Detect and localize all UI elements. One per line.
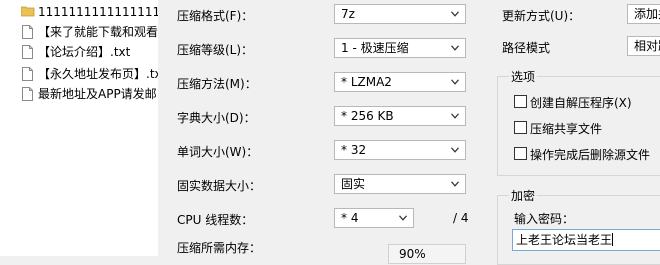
password-value: 上老王论坛当老王 [516, 233, 613, 247]
shared-files-checkbox[interactable] [514, 121, 527, 134]
delete-after-checkbox[interactable] [514, 147, 527, 160]
word-select[interactable]: * 32 [334, 140, 466, 160]
file-list: 11111111111111111 【来了就能下载和观看 【论坛介绍】.txt … [0, 0, 158, 256]
chevron-down-icon [451, 11, 459, 17]
chevron-down-icon [451, 113, 459, 119]
solid-label: 固实数据大小： [177, 179, 262, 193]
file-name: 11111111111111111 [38, 5, 158, 19]
panel-divider [158, 0, 162, 256]
cpu-total: / 4 [453, 211, 469, 225]
update-label: 更新方式(U)： [502, 9, 581, 23]
cpu-value: * 4 [341, 211, 359, 225]
file-name: 【来了就能下载和观看 [38, 25, 158, 39]
level-select[interactable]: 1 - 极速压缩 [334, 38, 466, 58]
chevron-down-icon [451, 45, 459, 51]
cpu-select[interactable]: * 4 [334, 208, 414, 228]
path-select[interactable]: 相对路 [627, 36, 660, 56]
method-value: * LZMA2 [341, 75, 392, 89]
dict-label: 字典大小(D)： [177, 111, 256, 125]
file-name: 最新地址及APP请发邮 [38, 87, 157, 101]
path-value: 相对路 [634, 39, 660, 53]
options-group-title: 选项 [509, 68, 538, 85]
text-file-icon [22, 87, 33, 101]
format-label: 压缩格式(F)： [177, 9, 254, 23]
text-file-icon [22, 45, 33, 59]
chevron-down-icon [451, 147, 459, 153]
folder-icon [21, 6, 35, 17]
solid-value: 固实 [341, 177, 366, 191]
level-value: 1 - 极速压缩 [341, 41, 409, 55]
memory-value: 90% [399, 247, 426, 261]
chevron-down-icon [451, 79, 459, 85]
shared-files-label: 压缩共享文件 [530, 122, 603, 136]
encryption-group-title: 加密 [509, 187, 538, 204]
solid-select[interactable]: 固实 [334, 174, 466, 194]
memory-label: 压缩所需内存： [177, 241, 262, 255]
memory-usage-field: 90% [388, 244, 466, 264]
method-select[interactable]: * LZMA2 [334, 72, 466, 92]
dict-value: * 256 KB [341, 109, 394, 123]
word-value: * 32 [341, 143, 367, 157]
file-name: 【永久地址发布页】.tx [38, 67, 158, 81]
sfx-label: 创建自解压程序(X) [530, 96, 632, 110]
text-cursor [612, 233, 614, 246]
path-label: 路径模式 [502, 41, 551, 55]
password-input[interactable]: 上老王论坛当老王 [512, 229, 660, 251]
method-label: 压缩方法(M)： [177, 77, 257, 91]
chevron-down-icon [451, 181, 459, 187]
sfx-checkbox[interactable] [514, 95, 527, 108]
list-item[interactable]: 11111111111111111 [0, 2, 158, 22]
delete-after-label: 操作完成后删除源文件 [530, 148, 651, 162]
cpu-label: CPU 线程数： [177, 213, 254, 227]
update-select[interactable]: 添加并 [627, 4, 660, 24]
text-file-icon [22, 67, 33, 81]
text-file-icon [22, 25, 33, 39]
update-value: 添加并 [634, 7, 660, 21]
password-label: 输入密码： [514, 212, 575, 226]
file-name: 【论坛介绍】.txt [38, 45, 131, 59]
dict-select[interactable]: * 256 KB [334, 106, 466, 126]
level-label: 压缩等级(L)： [177, 43, 254, 57]
word-label: 单词大小(W)： [177, 145, 259, 159]
chevron-down-icon [399, 215, 407, 221]
format-select[interactable]: 7z [334, 4, 466, 24]
format-value: 7z [341, 7, 355, 21]
